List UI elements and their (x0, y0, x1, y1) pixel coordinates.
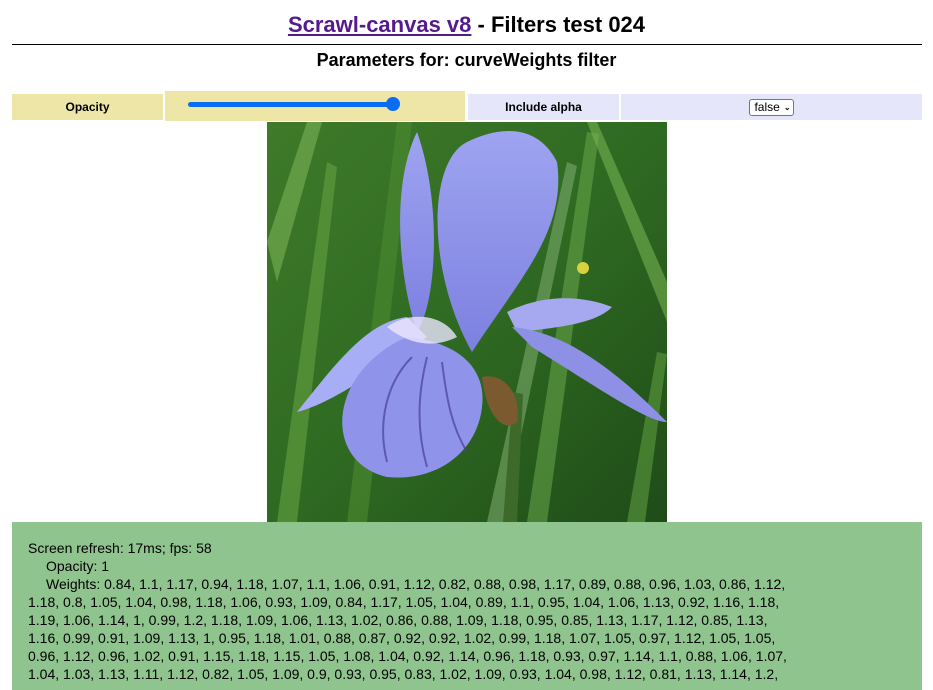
weights-readout-line: 0.96, 1.12, 0.96, 1.02, 0.91, 1.15, 1.18… (28, 648, 787, 664)
parameters-heading: Parameters for: curveWeights filter (316, 50, 617, 70)
weights-readout-line: Weights: 0.84, 1.1, 1.17, 0.94, 1.18, 1.… (46, 576, 786, 592)
chevron-down-icon: ⌄ (783, 102, 791, 112)
opacity-readout: Opacity: 1 (46, 558, 110, 574)
opacity-label: Opacity (12, 94, 163, 120)
filtered-canvas[interactable] (267, 122, 667, 522)
opacity-slider-cell (165, 91, 465, 121)
opacity-slider-thumb[interactable] (386, 97, 400, 111)
screen-refresh-text: Screen refresh: 17ms; fps: 58 (28, 540, 212, 556)
include-alpha-label: Include alpha (468, 94, 619, 120)
header-divider (12, 44, 922, 45)
weights-readout-line: 1.19, 1.06, 1.14, 1, 0.99, 1.2, 1.18, 1.… (28, 612, 768, 628)
weights-readout-line: 1.18, 0.8, 1.05, 1.04, 0.98, 1.18, 1.06,… (28, 594, 780, 610)
page-title: Scrawl-canvas v8 - Filters test 024 (0, 12, 933, 38)
include-alpha-select[interactable]: false ⌄ (749, 98, 794, 116)
weights-readout-line: 1.04, 1.03, 1.13, 1.11, 1.12, 0.82, 1.05… (28, 666, 779, 682)
weights-readout-line: 1.16, 0.99, 0.91, 1.09, 1.13, 1, 0.95, 1… (28, 630, 776, 646)
iris-flower-image (267, 122, 667, 522)
scrawl-canvas-home-link[interactable]: Scrawl-canvas v8 (288, 12, 471, 37)
include-alpha-cell: false ⌄ (621, 94, 922, 120)
opacity-slider-track (188, 102, 396, 107)
opacity-slider[interactable] (188, 97, 400, 111)
controls-row: Opacity Include alpha false ⌄ (12, 91, 922, 121)
include-alpha-selected-value: false (754, 99, 780, 114)
page-title-suffix: - Filters test 024 (471, 12, 646, 37)
report-panel: Screen refresh: 17ms; fps: 58 Opacity: 1… (12, 522, 922, 690)
